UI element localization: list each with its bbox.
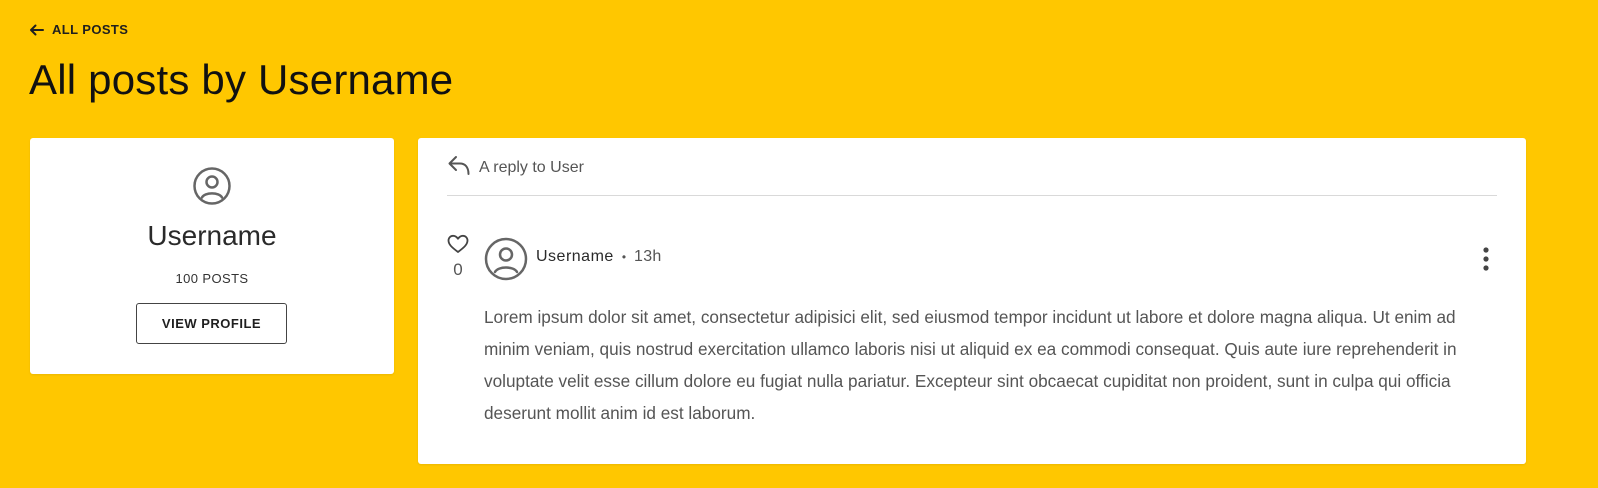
post-meta: Username • 13h — [536, 248, 662, 266]
reply-icon — [447, 154, 471, 181]
back-link-label: ALL POSTS — [52, 22, 129, 37]
user-circle-icon — [192, 166, 232, 206]
reply-to-link[interactable]: A reply to User — [447, 154, 584, 181]
arrow-left-icon — [29, 24, 44, 36]
heart-outline-icon[interactable] — [447, 234, 469, 254]
view-profile-button[interactable]: VIEW PROFILE — [136, 303, 287, 344]
header-divider — [447, 195, 1497, 196]
more-vertical-icon[interactable] — [1478, 246, 1494, 272]
page-title: All posts by Username — [29, 56, 454, 103]
user-circle-icon[interactable] — [484, 237, 528, 281]
reply-to-label: A reply to User — [479, 158, 584, 176]
post-card: A reply to User 0 Username • 13h Lorem i… — [418, 138, 1526, 464]
profile-name: Username — [147, 220, 277, 251]
author-name[interactable]: Username — [536, 248, 614, 266]
profile-card: Username 100 POSTS VIEW PROFILE — [30, 138, 394, 374]
profile-post-count: 100 POSTS — [175, 271, 249, 286]
back-to-all-posts-link[interactable]: ALL POSTS — [29, 22, 128, 37]
like-count: 0 — [453, 260, 463, 279]
post-time: 13h — [634, 248, 662, 265]
post-body: Lorem ipsum dolor sit amet, consectetur … — [484, 307, 1457, 423]
meta-separator: • — [621, 250, 627, 264]
